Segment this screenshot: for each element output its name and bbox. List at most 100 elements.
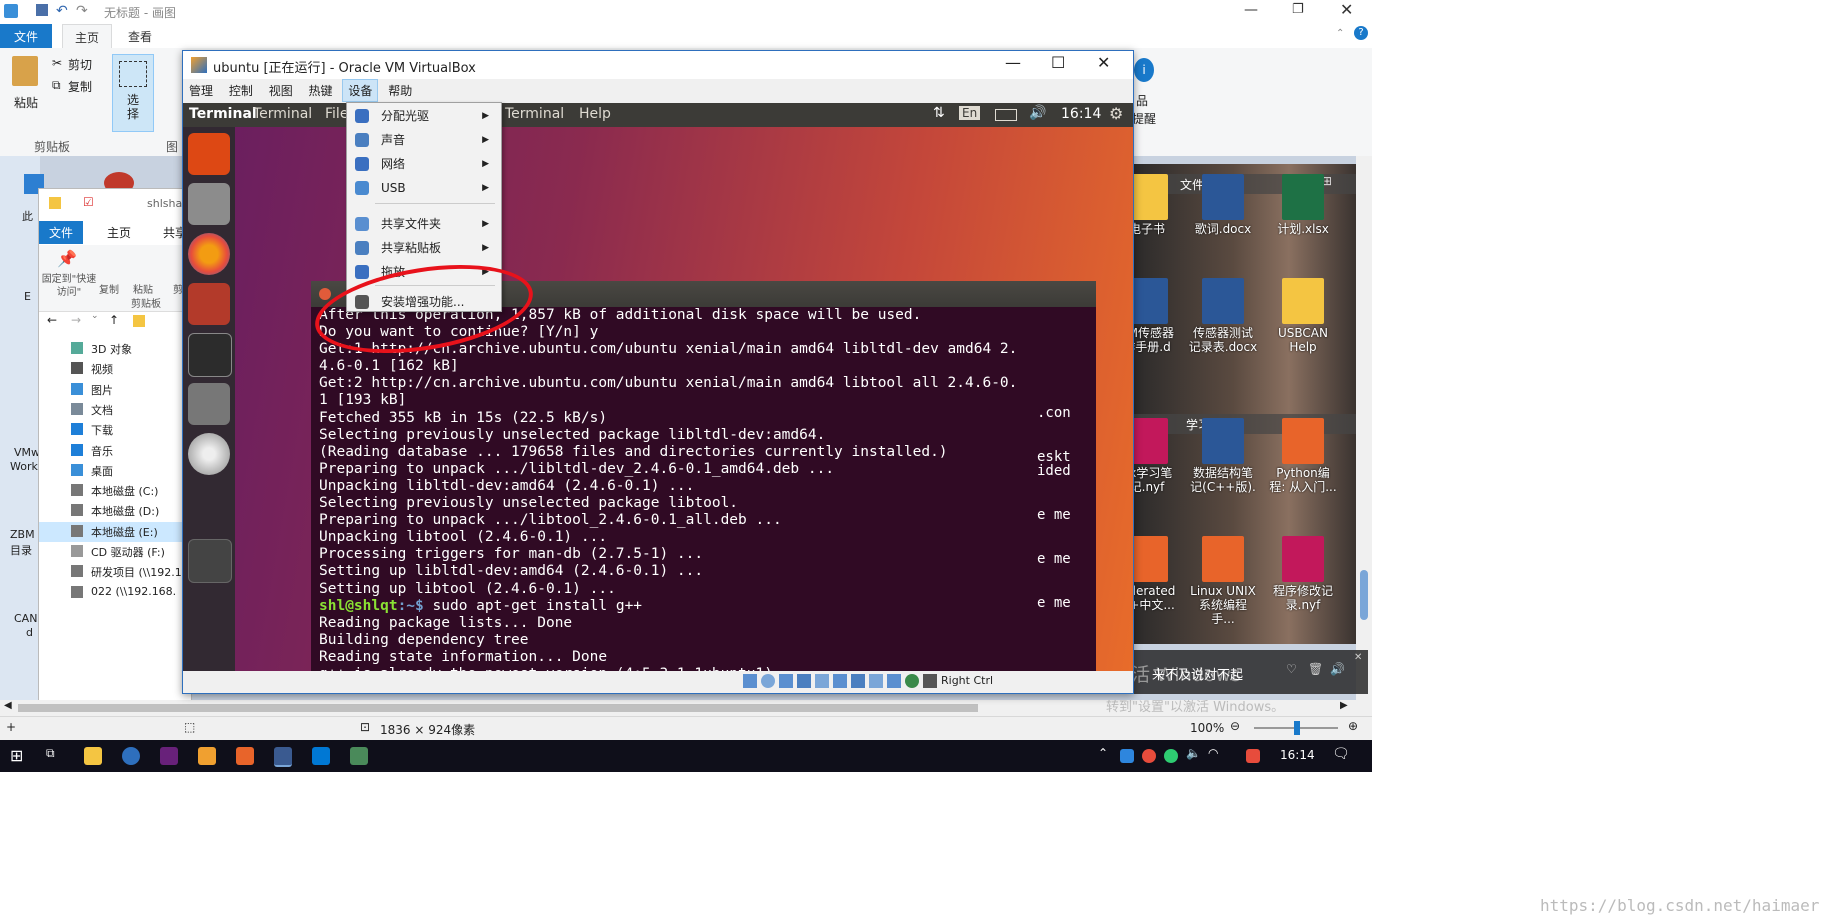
- menu-control[interactable]: 控制: [223, 79, 259, 102]
- status-hdd-icon[interactable]: [743, 674, 757, 688]
- close-overlay-icon[interactable]: ✕: [1354, 652, 1362, 663]
- terminal-output[interactable]: After this operation, 1,857 kB of additi…: [311, 307, 1096, 671]
- tray-expand-icon[interactable]: ⌃: [1098, 746, 1108, 760]
- nav-item[interactable]: 图片: [39, 380, 191, 400]
- windows-start-icon[interactable]: ⊞: [10, 746, 23, 765]
- ubuntu-menu-terminal-2[interactable]: Terminal: [505, 106, 564, 122]
- nav-item[interactable]: 3D 对象: [39, 339, 191, 359]
- desktop-item[interactable]: SM传感器 作手册.d: [1132, 278, 1182, 354]
- explorer-tab-file[interactable]: 文件: [39, 221, 84, 244]
- nav-item[interactable]: 视频: [39, 359, 191, 379]
- devices-menu-item[interactable]: 分配光驱 ▶: [347, 105, 501, 127]
- status-keyboard-icon[interactable]: [923, 674, 937, 688]
- menu-view[interactable]: 视图: [263, 79, 299, 102]
- tray-app-icon[interactable]: [1120, 749, 1134, 763]
- desktop-item[interactable]: 数据结构笔 记(C++版).: [1188, 418, 1258, 494]
- network-updown-icon[interactable]: ⇅: [933, 105, 945, 121]
- explorer-copy-button[interactable]: 复制: [99, 281, 119, 296]
- heart-icon[interactable]: ♡: [1286, 662, 1297, 676]
- status-usb-icon[interactable]: [815, 674, 829, 688]
- desktop-item[interactable]: ux学习笔 记.nyf: [1132, 418, 1182, 494]
- zoom-slider[interactable]: [1254, 721, 1338, 735]
- desktop-item[interactable]: Linux UNIX 系统编程手...: [1188, 536, 1258, 626]
- status-recording-icon[interactable]: [869, 674, 883, 688]
- firefox-icon[interactable]: [188, 233, 230, 275]
- explorer-paste-button[interactable]: 粘贴: [133, 281, 153, 296]
- virtualbox-taskbar-icon[interactable]: [274, 747, 292, 767]
- browser-taskbar-icon[interactable]: [122, 747, 140, 765]
- taskbar-clock[interactable]: 16:14: [1280, 748, 1315, 762]
- devices-menu-item[interactable]: 共享粘贴板 ▶: [347, 237, 501, 259]
- dvd-icon[interactable]: [188, 433, 230, 475]
- help-icon[interactable]: ?: [1354, 26, 1368, 40]
- tab-home[interactable]: 主页: [62, 24, 113, 50]
- nav-item[interactable]: 研发项目 (\\192.1: [39, 562, 191, 582]
- zoom-slider-thumb[interactable]: [1294, 721, 1300, 735]
- paint-taskbar-icon[interactable]: [350, 747, 368, 765]
- ubuntu-clock[interactable]: 16:14: [1061, 106, 1101, 122]
- terminal-launcher-icon[interactable]: [188, 333, 232, 377]
- nav-item[interactable]: 下载: [39, 420, 191, 440]
- devices-menu-item[interactable]: 声音 ▶: [347, 129, 501, 151]
- status-cpu-icon[interactable]: [887, 674, 901, 688]
- nav-item[interactable]: 本地磁盘 (C:): [39, 481, 191, 501]
- menu-hotkeys[interactable]: 热键: [303, 79, 339, 102]
- maximize-button[interactable]: ❐: [1292, 2, 1304, 17]
- trash-icon[interactable]: 🗑: [1308, 662, 1323, 676]
- forward-arrow-icon[interactable]: →: [71, 313, 81, 327]
- collapse-ribbon-icon[interactable]: ⌃: [1336, 28, 1344, 39]
- tray-record-icon[interactable]: [1142, 749, 1156, 763]
- nav-item[interactable]: 本地磁盘 (E:): [39, 521, 191, 542]
- ubuntu-menu-file[interactable]: File: [325, 106, 348, 122]
- vertical-scroll-thumb[interactable]: [1360, 570, 1368, 620]
- paste-icon[interactable]: [12, 56, 38, 86]
- ubuntu-dash-icon[interactable]: [188, 133, 230, 175]
- status-display-icon[interactable]: [851, 674, 865, 688]
- ubuntu-settings-icon[interactable]: ⚙: [1109, 104, 1123, 123]
- up-arrow-icon[interactable]: ↑: [109, 313, 119, 327]
- speaker-icon[interactable]: 🔈: [1186, 746, 1201, 760]
- tab-file[interactable]: 文件: [0, 24, 53, 49]
- nav-item[interactable]: 文档: [39, 400, 191, 420]
- status-optical-icon[interactable]: [761, 674, 775, 688]
- ubuntu-menu-terminal[interactable]: Terminal: [253, 106, 312, 122]
- wechat-icon[interactable]: [1164, 749, 1178, 763]
- vscode-taskbar-icon[interactable]: [312, 747, 330, 765]
- nav-item[interactable]: 桌面: [39, 461, 191, 481]
- desktop-item[interactable]: celerated ++中文...: [1132, 536, 1182, 612]
- tab-view[interactable]: 查看: [116, 24, 164, 49]
- chevron-down-icon[interactable]: ⌄: [91, 311, 99, 321]
- task-view-icon[interactable]: ⧉: [46, 746, 55, 761]
- foxit-taskbar-icon[interactable]: [236, 747, 254, 765]
- nav-item[interactable]: CD 驱动器 (F:): [39, 542, 191, 562]
- terminal-close-button[interactable]: [319, 288, 331, 300]
- close-button[interactable]: ✕: [1340, 0, 1353, 19]
- paste-button[interactable]: 粘贴: [14, 94, 38, 111]
- keyboard-lang-indicator[interactable]: En: [959, 106, 981, 120]
- scroll-left-icon[interactable]: ◀: [4, 700, 12, 711]
- nav-item[interactable]: 音乐: [39, 441, 191, 461]
- desktop-item[interactable]: 计划.xlsx: [1268, 174, 1338, 236]
- undo-icon[interactable]: ↶: [56, 3, 68, 19]
- trash-launcher-icon[interactable]: [188, 539, 232, 583]
- desktop-item[interactable]: USBCAN Help: [1268, 278, 1338, 354]
- nav-item[interactable]: 本地磁盘 (D:): [39, 501, 191, 521]
- ime-icon[interactable]: [1246, 749, 1260, 763]
- explorer-tab-home[interactable]: 主页: [107, 224, 131, 241]
- app-taskbar-icon[interactable]: [198, 747, 216, 765]
- select-button[interactable]: 选择: [112, 54, 154, 132]
- desktop-item[interactable]: 歌词.docx: [1188, 174, 1258, 236]
- status-audio-icon[interactable]: [779, 674, 793, 688]
- redo-icon[interactable]: ↷: [76, 3, 88, 19]
- menu-devices[interactable]: 设备: [342, 79, 379, 102]
- cut-button[interactable]: 剪切: [68, 56, 92, 73]
- save-icon[interactable]: [36, 4, 48, 16]
- devices-menu-item[interactable]: 网络 ▶: [347, 153, 501, 175]
- wifi-icon[interactable]: ◠: [1208, 746, 1218, 760]
- back-arrow-icon[interactable]: ←: [47, 313, 57, 327]
- menu-help[interactable]: 帮助: [382, 79, 418, 102]
- vbox-close-button[interactable]: ✕: [1097, 53, 1110, 72]
- help-launcher-icon[interactable]: [188, 383, 230, 425]
- vbox-maximize-button[interactable]: ☐: [1051, 53, 1065, 72]
- nav-item[interactable]: 022 (\\192.168.: [39, 583, 191, 603]
